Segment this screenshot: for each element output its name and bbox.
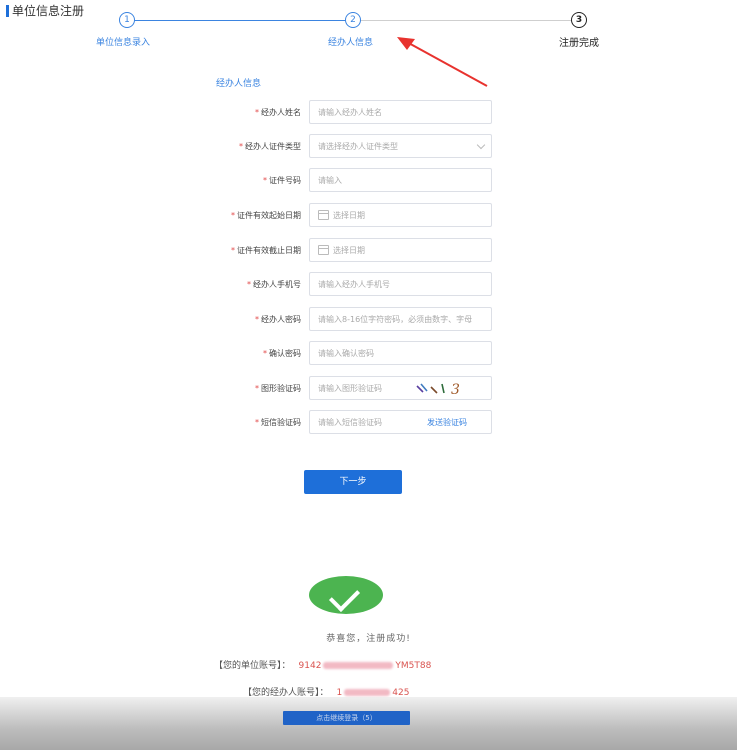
step-1-label: 单位信息录入: [96, 38, 151, 48]
id-number-field[interactable]: [309, 168, 492, 192]
password-label-text: 经办人密码: [261, 315, 301, 324]
step-1-indicator: 1: [119, 12, 135, 28]
form-row-phone: * 经办人手机号: [0, 272, 737, 298]
id-type-select[interactable]: [309, 134, 492, 158]
unit-account-value: 9142 YM5T88: [299, 661, 432, 671]
confirm-password-field[interactable]: [309, 341, 492, 365]
name-label: * 经办人姓名: [255, 100, 301, 126]
name-field[interactable]: [309, 100, 492, 124]
captcha-label-text: 图形验证码: [261, 384, 301, 393]
name-input[interactable]: [318, 107, 491, 117]
phone-label: * 经办人手机号: [247, 272, 301, 298]
form-row-valid-start: * 证件有效起始日期: [0, 203, 737, 229]
id-type-label-text: 经办人证件类型: [245, 142, 301, 151]
form-row-valid-end: * 证件有效截止日期: [0, 238, 737, 264]
captcha-input[interactable]: [318, 383, 418, 393]
step-connector-pending: [358, 20, 574, 21]
required-mark: *: [263, 176, 267, 185]
phone-input[interactable]: [318, 279, 491, 289]
valid-start-date-picker[interactable]: [309, 203, 492, 227]
annotation-arrow-icon: [397, 37, 488, 87]
required-mark: *: [255, 108, 259, 117]
svg-text:3: 3: [451, 382, 460, 398]
page-title: 单位信息注册: [6, 2, 84, 19]
id-type-label: * 经办人证件类型: [239, 134, 301, 160]
required-mark: *: [255, 418, 259, 427]
valid-end-label-text: 证件有效截止日期: [237, 246, 301, 255]
required-mark: *: [247, 280, 251, 289]
valid-start-label: * 证件有效起始日期: [231, 203, 301, 229]
form-row-name: * 经办人姓名: [0, 100, 737, 126]
calendar-icon: [318, 245, 329, 255]
form-row-password: * 经办人密码: [0, 307, 737, 333]
required-mark: *: [239, 142, 243, 151]
required-mark: *: [255, 315, 259, 324]
unit-account-prefix: 9142: [298, 661, 322, 671]
required-mark: *: [231, 211, 235, 220]
id-number-label-text: 证件号码: [269, 176, 301, 185]
phone-label-text: 经办人手机号: [253, 280, 301, 289]
valid-end-input[interactable]: [333, 245, 491, 255]
password-label: * 经办人密码: [255, 307, 301, 333]
page-title-text: 单位信息注册: [12, 4, 85, 18]
step-3-indicator: 3: [571, 12, 587, 28]
form-row-id-type: * 经办人证件类型: [0, 134, 737, 160]
id-number-label: * 证件号码: [263, 168, 301, 194]
password-field[interactable]: [309, 307, 492, 331]
confirm-password-label-text: 确认密码: [269, 349, 301, 358]
id-type-input[interactable]: [318, 141, 491, 151]
step-connector-completed: [126, 20, 352, 21]
confirm-password-label: * 确认密码: [263, 341, 301, 367]
captcha-image[interactable]: 3: [411, 378, 471, 398]
next-step-button[interactable]: 下一步: [304, 470, 402, 494]
name-label-text: 经办人姓名: [261, 108, 301, 117]
required-mark: *: [263, 349, 267, 358]
captcha-field[interactable]: 3: [309, 376, 492, 400]
send-sms-code-link[interactable]: 发送验证码: [427, 411, 467, 435]
sms-label: * 短信验证码: [255, 410, 301, 436]
required-mark: *: [231, 246, 235, 255]
success-message: 恭喜您，注册成功!: [326, 634, 411, 644]
continue-login-button[interactable]: 点击继续登录（5）: [283, 711, 410, 725]
unit-account-label: 【您的单位账号】：: [214, 661, 291, 671]
unit-account-line: 【您的单位账号】： 9142 YM5T88: [214, 658, 431, 671]
redacted-block: [323, 662, 394, 669]
step-2-label: 经办人信息: [328, 38, 374, 48]
id-number-input[interactable]: [318, 175, 491, 185]
valid-start-label-text: 证件有效起始日期: [237, 211, 301, 220]
sms-code-input[interactable]: [318, 417, 418, 427]
form-row-sms: *短信验证码 发送验证码: [0, 410, 737, 436]
password-input[interactable]: [318, 314, 491, 324]
sms-label-text: 短信验证码: [261, 418, 301, 427]
form-row-confirm-password: * 确认密码: [0, 341, 737, 367]
step-3-label: 注册完成: [559, 38, 599, 49]
redacted-block: [344, 689, 391, 696]
title-accent-bar: [6, 4, 9, 17]
phone-field[interactable]: [309, 272, 492, 296]
valid-start-input[interactable]: [333, 210, 491, 220]
section-title: 经办人信息: [216, 79, 262, 89]
form-row-id-number: * 证件号码: [0, 168, 737, 194]
valid-end-label: * 证件有效截止日期: [231, 238, 301, 264]
sms-code-field[interactable]: 发送验证码: [309, 410, 492, 434]
captcha-label: * 图形验证码: [255, 376, 301, 402]
required-mark: *: [255, 384, 259, 393]
confirm-password-input[interactable]: [318, 348, 491, 358]
calendar-icon: [318, 210, 329, 220]
form-row-captcha: *图形验证码 3: [0, 376, 737, 402]
unit-account-suffix: YM5T88: [395, 661, 432, 671]
valid-end-date-picker[interactable]: [309, 238, 492, 262]
step-2-indicator: 2: [345, 12, 361, 28]
